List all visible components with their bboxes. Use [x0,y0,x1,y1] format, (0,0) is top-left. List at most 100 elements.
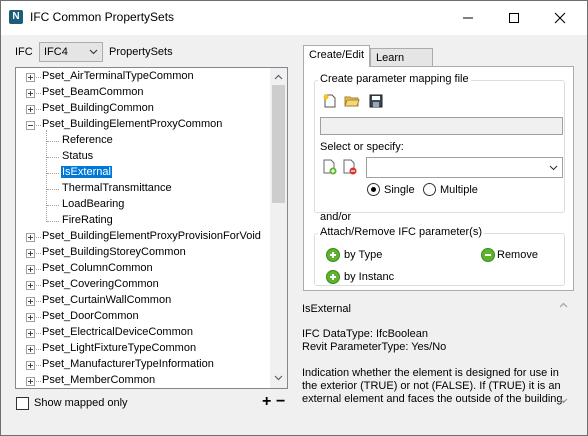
add-parameter-file-button[interactable] [322,159,338,175]
remove-parameter-file-button[interactable] [342,159,358,175]
maximize-button[interactable] [491,1,537,35]
multiple-radio-label: Multiple [440,184,478,196]
attach-by-instance-button[interactable]: by Instanc [344,271,394,283]
close-button[interactable] [537,1,583,35]
scroll-up-arrow-icon[interactable] [559,301,568,310]
remove-parameter-button[interactable]: Remove [497,249,538,261]
tree-node-label: Pset_BuildingElementProxyCommon [42,118,223,130]
tree-node-label: Pset_CurtainWallCommon [42,294,172,306]
tree-connector-line [47,173,59,174]
mapping-file-path-field[interactable] [320,117,563,135]
remove-parameter-icon[interactable] [481,248,495,262]
save-icon [369,94,383,108]
expand-plus-icon[interactable] [26,377,35,386]
ifc-version-select[interactable]: IFC4 [39,42,103,62]
expand-plus-icon[interactable] [26,281,35,290]
create-edit-panel: Create parameter mapping file Select or … [303,66,574,291]
new-file-icon [323,94,336,108]
tree-node-label: LoadBearing [62,198,125,210]
expand-plus-icon[interactable] [26,105,35,114]
tree-node-label: Pset_ColumnCommon [42,262,153,274]
expand-plus-icon[interactable] [26,73,35,82]
expand-plus-icon[interactable] [26,313,35,322]
scrollbar-thumb[interactable] [272,85,285,203]
parameter-select[interactable] [366,157,563,178]
tab-create-edit[interactable]: Create/Edit [303,45,371,67]
minimize-icon [463,17,473,19]
close-icon [554,12,566,24]
remove-document-icon [343,159,357,175]
minimize-button[interactable] [445,1,491,35]
tree-node-label: Pset_ManufacturerTypeInformation [42,358,214,370]
ifc-propertysets-window: N IFC Common PropertySets IFC IFC4 Prope… [0,0,588,436]
open-folder-button[interactable] [344,93,360,109]
new-file-button[interactable] [322,93,338,109]
single-radio[interactable] [367,183,380,196]
window-title: IFC Common PropertySets [30,10,175,24]
tree-node-label: ThermalTransmittance [62,182,172,194]
show-mapped-checkbox[interactable] [16,397,29,410]
tree-node-label: FireRating [62,214,113,226]
tree-node-label: IsExternal [61,166,112,178]
tree-node-label: Pset_LightFixtureTypeCommon [42,342,197,354]
expand-plus-icon[interactable] [26,297,35,306]
tree-node-label: Pset_CoveringCommon [42,278,159,290]
and-or-label: and/or [320,211,352,223]
add-button[interactable]: + [262,393,271,411]
multiple-radio[interactable] [423,183,436,196]
add-document-icon [323,159,337,175]
attach-by-instance-icon[interactable] [326,270,340,284]
expand-plus-icon[interactable] [26,329,35,338]
tree-node-label: Pset_BeamCommon [42,86,144,98]
expand-plus-icon[interactable] [26,89,35,98]
chevron-down-icon [89,49,98,55]
tree-node-label: Pset_BuildingCommon [42,102,154,114]
scroll-down-arrow-icon[interactable] [274,374,283,383]
tree-connector-line [47,157,59,158]
expand-plus-icon[interactable] [26,361,35,370]
tree-vertical-scrollbar[interactable] [270,68,287,388]
ifc-label: IFC [15,46,33,58]
collapse-minus-icon[interactable] [26,121,35,130]
chevron-down-icon [549,165,558,171]
attach-by-type-button[interactable]: by Type [344,249,382,261]
save-button[interactable] [368,93,384,109]
expand-plus-icon[interactable] [26,345,35,354]
show-mapped-label: Show mapped only [34,397,128,409]
attach-remove-group-title: Attach/Remove IFC parameter(s) [318,226,484,238]
tree-node-label: Pset_MemberCommon [42,374,156,386]
title-bar: N IFC Common PropertySets [1,1,587,35]
description-text-line: Indication whether the element is design… [302,367,559,379]
attach-by-type-icon[interactable] [326,248,340,262]
remove-button[interactable]: − [276,393,285,411]
tree-connector-line [47,221,59,222]
propertysets-label: PropertySets [109,46,173,58]
scroll-up-arrow-icon[interactable] [274,73,283,82]
description-panel: IsExternal IFC DataType: IfcBoolean Revi… [301,297,573,411]
tree-node-label: Pset_BuildingElementProxyProvisionForVoi… [42,230,261,242]
tree-connector-line [47,205,59,206]
description-scrollbar[interactable] [557,297,571,411]
description-name: IsExternal [302,303,351,315]
scroll-down-arrow-icon[interactable] [559,397,568,406]
ifc-version-value: IFC4 [44,46,68,58]
tree-node-label: Pset_ElectricalDeviceCommon [42,326,193,338]
expand-plus-icon[interactable] [26,233,35,242]
propertyset-tree[interactable]: Pset_AirTerminalTypeCommon Pset_BeamCommo… [15,67,288,389]
single-radio-label: Single [384,184,415,196]
tree-node-label: Pset_BuildingStoreyCommon [42,246,186,258]
app-logo-icon: N [9,10,23,24]
expand-plus-icon[interactable] [26,265,35,274]
expand-plus-icon[interactable] [26,249,35,258]
tree-node-label: Pset_DoorCommon [42,310,139,322]
tree-connector-line [46,130,47,222]
description-revit-type: Revit ParameterType: Yes/No [302,341,447,353]
description-text-line: external element and faces the outside o… [302,393,566,405]
tab-learn-more[interactable]: Learn more [370,48,433,82]
description-text-line: the exterior (TRUE) or not (FALSE). If (… [302,380,561,392]
tree-node-label: Reference [62,134,113,146]
create-mapping-group-title: Create parameter mapping file [318,73,471,85]
tree-connector-line [47,189,59,190]
select-specify-label: Select or specify: [320,141,404,153]
tree-node-label: Pset_AirTerminalTypeCommon [42,70,194,82]
